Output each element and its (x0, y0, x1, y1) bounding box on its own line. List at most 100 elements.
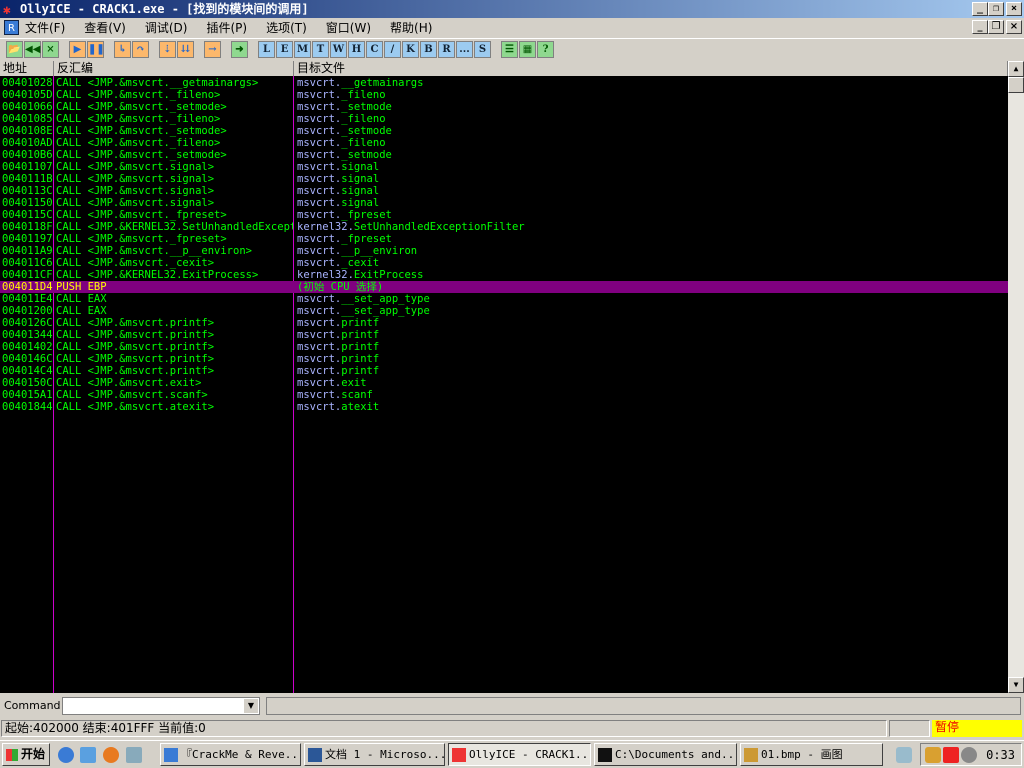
table-row[interactable]: 0040111B CALL <JMP.&msvcrt.signal> msvcrt.… (0, 173, 1008, 185)
help-button[interactable]: ? (537, 41, 554, 58)
vertical-scrollbar[interactable]: ▲ ▼ (1008, 61, 1024, 693)
command-label: Command : (4, 699, 68, 712)
menu-options[interactable]: 选项(T) (266, 19, 307, 36)
m-button[interactable]: M (294, 41, 311, 58)
table-row[interactable]: 004011D4 PUSH EBP (初始 CPU 选择) (0, 281, 1008, 293)
table-row[interactable]: 004010AD CALL <JMP.&msvcrt._fileno> msvcrt… (0, 137, 1008, 149)
scroll-thumb[interactable] (1008, 77, 1024, 93)
table-row[interactable]: 0040108E CALL <JMP.&msvcrt._setmode> msvcr… (0, 125, 1008, 137)
colors-button[interactable]: ▦ (519, 41, 536, 58)
c-button[interactable]: C (366, 41, 383, 58)
list-button[interactable]: ☰ (501, 41, 518, 58)
t-button[interactable]: T (312, 41, 329, 58)
column-target[interactable]: 目标文件 (294, 61, 1008, 76)
scroll-down-arrow-icon[interactable]: ▼ (1008, 677, 1024, 693)
table-row[interactable]: 00401844 CALL <JMP.&msvcrt.atexit> msvcrt.… (0, 401, 1008, 413)
menu-help[interactable]: 帮助(H) (390, 19, 432, 36)
dots-button[interactable]: ... (456, 41, 473, 58)
child-close-button[interactable]: × (1006, 20, 1022, 34)
pause-button[interactable]: ❚❚ (87, 41, 105, 58)
lock-icon[interactable] (925, 747, 941, 763)
table-row[interactable]: 0040118F CALL <JMP.&KERNEL32.SetUnhandled… (0, 221, 1008, 233)
table-row[interactable]: 004011C6 CALL <JMP.&msvcrt._cexit> msvcrt.… (0, 257, 1008, 269)
e-button[interactable]: E (276, 41, 293, 58)
table-row[interactable]: 00401402 CALL <JMP.&msvcrt.printf> msvcrt.… (0, 341, 1008, 353)
b-button[interactable]: B (420, 41, 437, 58)
firefox-icon[interactable] (103, 747, 119, 763)
minimize-button[interactable]: _ (972, 2, 988, 16)
child-restore-button[interactable]: ❐ (988, 20, 1004, 34)
step-over-button[interactable]: ↷ (132, 41, 149, 58)
taskbar-item[interactable]: C:\Documents and... (594, 743, 737, 766)
table-row[interactable]: 00401066 CALL <JMP.&msvcrt._setmode> msvcr… (0, 101, 1008, 113)
target: msvcrt._fileno (297, 113, 997, 125)
taskbar-item[interactable]: 文档 1 - Microso... (304, 743, 445, 766)
menu-file[interactable]: 文件(F) (25, 19, 65, 36)
table-row[interactable]: 004011A9 CALL <JMP.&msvcrt.__p__environ> m… (0, 245, 1008, 257)
command-input[interactable]: ▼ (62, 697, 260, 715)
go-to-button[interactable]: ➜ (231, 41, 248, 58)
run-button[interactable]: ▶ (69, 41, 86, 58)
step-into-button[interactable]: ↳ (114, 41, 131, 58)
k-button[interactable]: K (402, 41, 419, 58)
menu-plugins[interactable]: 插件(P) (206, 19, 247, 36)
restart-button[interactable]: ◀◀ (24, 41, 41, 58)
start-button[interactable]: 开始 (2, 743, 50, 766)
disassembly: CALL <JMP.&msvcrt.printf> (56, 365, 215, 377)
table-row[interactable]: 0040105D CALL <JMP.&msvcrt._fileno> msvcrt… (0, 89, 1008, 101)
taskbar-item[interactable]: OllyICE - CRACK1... (448, 743, 591, 766)
table-row[interactable]: 00401344 CALL <JMP.&msvcrt.printf> msvcrt.… (0, 329, 1008, 341)
target: msvcrt._fpreset (297, 209, 997, 221)
outlook-icon[interactable] (80, 747, 96, 763)
table-row[interactable]: 00401197 CALL <JMP.&msvcrt._fpreset> msvcr… (0, 233, 1008, 245)
table-row[interactable]: 00401028 CALL <JMP.&msvcrt.__getmainargs>… (0, 77, 1008, 89)
table-row[interactable]: 004014C4 CALL <JMP.&msvcrt.printf> msvcrt.… (0, 365, 1008, 377)
restore-button[interactable]: ❐ (988, 2, 1004, 16)
trace-over-button[interactable]: ⇊ (177, 41, 194, 58)
antivirus-icon[interactable] (943, 747, 959, 763)
execute-till-return-button[interactable]: → (204, 41, 221, 58)
w-button[interactable]: W (330, 41, 347, 58)
show-desktop-icon[interactable] (126, 747, 142, 763)
table-row[interactable]: 004011E4 CALL EAX msvcrt.__set_app_type (0, 293, 1008, 305)
menu-debug[interactable]: 调试(D) (145, 19, 188, 36)
calls-list[interactable]: 00401028 CALL <JMP.&msvcrt.__getmainargs>… (0, 76, 1008, 693)
menu-view[interactable]: 查看(V) (84, 19, 126, 36)
column-address[interactable]: 地址 (0, 61, 54, 76)
table-row[interactable]: 00401150 CALL <JMP.&msvcrt.signal> msvcrt.… (0, 197, 1008, 209)
table-row[interactable]: 0040126C CALL <JMP.&msvcrt.printf> msvcrt.… (0, 317, 1008, 329)
scroll-up-arrow-icon[interactable]: ▲ (1008, 61, 1024, 77)
r-button[interactable]: R (438, 41, 455, 58)
close-button[interactable]: × (42, 41, 59, 58)
table-row[interactable]: 00401107 CALL <JMP.&msvcrt.signal> msvcrt.… (0, 161, 1008, 173)
s-button[interactable]: S (474, 41, 491, 58)
table-row[interactable]: 0040115C CALL <JMP.&msvcrt._fpreset> msvcr… (0, 209, 1008, 221)
table-row[interactable]: 0040113C CALL <JMP.&msvcrt.signal> msvcrt.… (0, 185, 1008, 197)
taskbar-item[interactable]: 『CrackMe & Reve... (160, 743, 301, 766)
table-row[interactable]: 00401085 CALL <JMP.&msvcrt._fileno> msvcrt… (0, 113, 1008, 125)
table-row[interactable]: 004010B6 CALL <JMP.&msvcrt._setmode> msvcr… (0, 149, 1008, 161)
close-button[interactable]: × (1006, 2, 1022, 16)
network-icon[interactable] (896, 747, 912, 763)
column-disassembly[interactable]: 反汇编 (54, 61, 294, 76)
l-button[interactable]: L (258, 41, 275, 58)
trace-into-button[interactable]: ⇣ (159, 41, 176, 58)
address: 00401200 (2, 305, 53, 317)
chevron-down-icon[interactable]: ▼ (244, 699, 258, 713)
ie-icon[interactable] (58, 747, 74, 763)
table-row[interactable]: 004011CF CALL <JMP.&KERNEL32.ExitProcess>… (0, 269, 1008, 281)
volume-icon[interactable] (961, 747, 977, 763)
h-button[interactable]: H (348, 41, 365, 58)
mdi-child-icon[interactable]: R (4, 20, 19, 35)
table-row[interactable]: 004015A1 CALL <JMP.&msvcrt.scanf> msvcrt.s… (0, 389, 1008, 401)
target-function: signal (341, 173, 380, 185)
taskbar-item[interactable]: 01.bmp - 画图 (740, 743, 883, 766)
target: msvcrt.__set_app_type (297, 293, 997, 305)
slash-button[interactable]: / (384, 41, 401, 58)
table-row[interactable]: 00401200 CALL EAX msvcrt.__set_app_type (0, 305, 1008, 317)
menu-window[interactable]: 窗口(W) (326, 19, 371, 36)
table-row[interactable]: 0040150C CALL <JMP.&msvcrt.exit> msvcrt.ex… (0, 377, 1008, 389)
table-row[interactable]: 0040146C CALL <JMP.&msvcrt.printf> msvcrt.… (0, 353, 1008, 365)
child-minimize-button[interactable]: _ (972, 20, 988, 34)
open-button[interactable]: 📂 (6, 41, 23, 58)
